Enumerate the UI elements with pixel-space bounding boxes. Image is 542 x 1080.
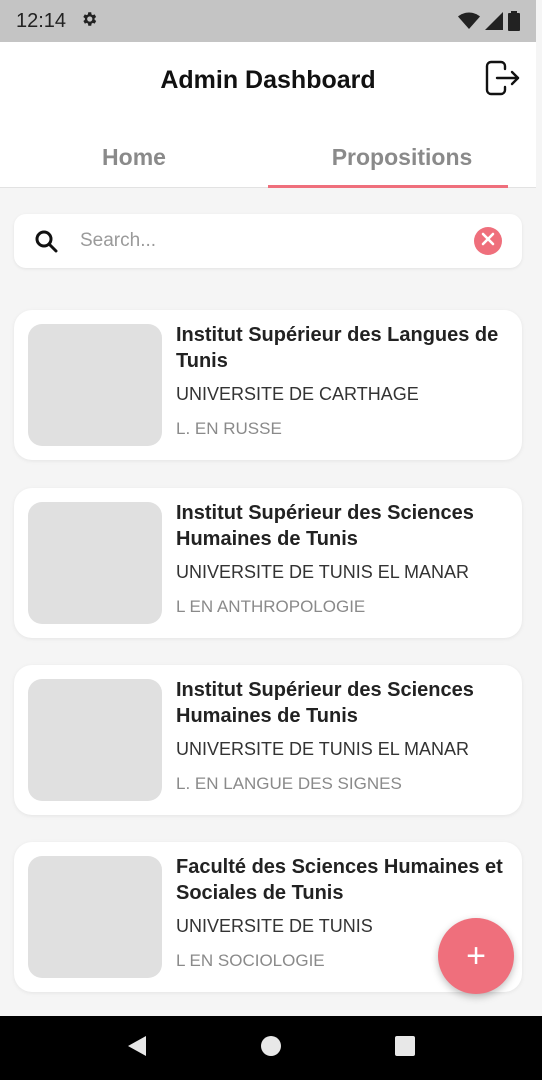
status-bar: 12:14	[0, 0, 536, 42]
card-program: L. EN RUSSE	[176, 419, 282, 438]
card-thumbnail	[28, 679, 162, 801]
home-icon	[260, 1035, 282, 1062]
recents-button[interactable]	[390, 1033, 420, 1063]
back-icon	[126, 1034, 148, 1063]
clear-search-button[interactable]	[474, 227, 502, 255]
card-title: Institut Supérieur des Sciences Humaines…	[176, 679, 474, 727]
settings-icon	[80, 10, 98, 32]
logout-button[interactable]	[482, 60, 522, 100]
card-title: Faculté des Sciences Humaines et Sociale…	[176, 856, 503, 904]
card-program: L. EN LANGUE DES SIGNES	[176, 774, 402, 793]
tab-propositions-label: Propositions	[331, 143, 473, 170]
app-bar: Admin Dashboard Home Propositions	[0, 42, 536, 188]
system-nav-bar	[0, 1016, 542, 1080]
card-title: Institut Supérieur des Langues de Tunis	[176, 324, 499, 372]
proposition-card[interactable]: Institut Supérieur des Sciences Humaines…	[14, 665, 522, 815]
home-button[interactable]	[256, 1033, 286, 1063]
card-thumbnail	[28, 324, 162, 446]
card-thumbnail	[28, 856, 162, 978]
add-proposition-button[interactable]: +	[438, 918, 514, 994]
tab-bar: Home Propositions	[0, 126, 536, 188]
wifi-icon	[458, 12, 480, 30]
tab-home[interactable]: Home	[0, 126, 268, 188]
clear-icon	[481, 232, 495, 251]
signal-icon	[485, 12, 503, 30]
tab-propositions[interactable]: Propositions	[268, 126, 536, 188]
logout-icon	[483, 59, 521, 102]
card-title: Institut Supérieur des Sciences Humaines…	[176, 502, 474, 550]
search-input[interactable]	[80, 230, 474, 252]
back-button[interactable]	[122, 1033, 152, 1063]
card-university: UNIVERSITE DE TUNIS EL MANAR	[176, 739, 470, 759]
proposition-card[interactable]: Institut Supérieur des Langues de Tunis …	[14, 310, 522, 460]
card-program: L EN ANTHROPOLOGIE	[176, 597, 366, 616]
card-university: UNIVERSITE DE CARTHAGE	[176, 384, 419, 404]
card-thumbnail	[28, 502, 162, 624]
recents-icon	[394, 1035, 416, 1062]
add-icon: +	[466, 936, 486, 975]
card-university: UNIVERSITE DE TUNIS EL MANAR	[176, 562, 470, 582]
status-time: 12:14	[16, 9, 67, 32]
search-bar	[14, 214, 522, 268]
tab-home-label: Home	[102, 143, 166, 170]
page-title: Admin Dashboard	[160, 66, 376, 94]
battery-icon	[508, 11, 520, 31]
search-icon	[34, 228, 60, 254]
proposition-card[interactable]: Institut Supérieur des Sciences Humaines…	[14, 488, 522, 638]
